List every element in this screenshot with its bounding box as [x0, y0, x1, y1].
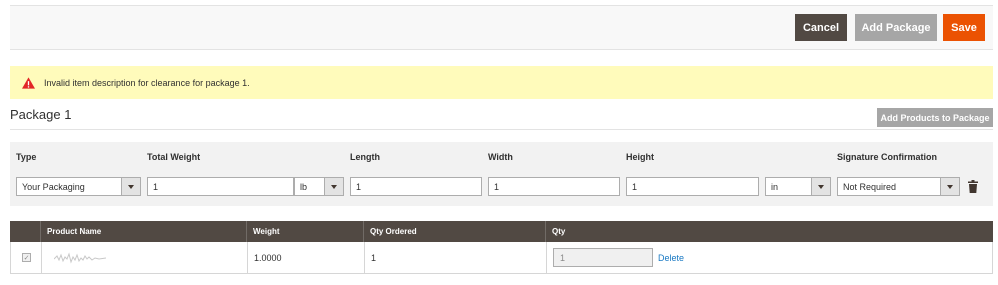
row-checkbox[interactable]: ✓ [22, 253, 31, 262]
divider [10, 129, 993, 130]
package-title: Package 1 [10, 107, 72, 122]
dimension-unit-value: in [771, 181, 779, 192]
chevron-down-icon [121, 178, 140, 195]
type-select-value: Your Packaging [22, 181, 85, 192]
error-message-text: Invalid item description for clearance f… [44, 77, 250, 88]
error-message: Invalid item description for clearance f… [10, 66, 993, 99]
chevron-down-icon [324, 178, 343, 195]
length-value: 1 [356, 181, 362, 192]
header-select [10, 221, 41, 242]
add-products-to-package-button[interactable]: Add Products to Package [877, 108, 993, 127]
package-items-grid: Product Name Weight Qty Ordered Qty ✓ 1.… [10, 221, 993, 274]
header-product-name: Product Name [41, 221, 247, 242]
header-weight: Weight [247, 221, 364, 242]
grid-header: Product Name Weight Qty Ordered Qty [10, 221, 993, 242]
width-label: Width [488, 152, 513, 162]
total-weight-input[interactable]: 1 [147, 177, 294, 196]
product-name-cell [42, 242, 248, 273]
cancel-button[interactable]: Cancel [795, 14, 847, 41]
warning-icon [22, 76, 35, 89]
trash-icon[interactable] [968, 180, 978, 193]
add-package-button[interactable]: Add Package [855, 14, 937, 41]
weight-unit-value: lb [300, 181, 308, 192]
height-value: 1 [632, 181, 638, 192]
type-select[interactable]: Your Packaging [16, 177, 141, 196]
qty-input[interactable]: 1 [553, 248, 653, 267]
qty-cell: 1 Delete [547, 242, 992, 273]
page-actions-toolbar: Cancel Add Package Save [10, 5, 993, 50]
length-label: Length [350, 152, 380, 162]
weight-cell: 1.0000 [248, 242, 365, 273]
height-input[interactable]: 1 [626, 177, 759, 196]
delete-link[interactable]: Delete [658, 253, 684, 263]
chevron-down-icon [940, 178, 959, 195]
header-qty: Qty [552, 227, 566, 236]
type-label: Type [16, 152, 37, 162]
width-value: 1 [494, 181, 500, 192]
row-select-cell: ✓ [11, 242, 42, 273]
height-label: Height [626, 152, 654, 162]
signature-confirmation-label: Signature Confirmation [837, 152, 938, 162]
header-qty-ordered: Qty Ordered [364, 221, 546, 242]
width-input[interactable]: 1 [488, 177, 620, 196]
signature-confirmation-select[interactable]: Not Required [837, 177, 960, 196]
chevron-down-icon [811, 178, 830, 195]
signature-confirmation-value: Not Required [843, 181, 897, 192]
table-row: ✓ 1.0000 1 1 Delete [10, 242, 993, 274]
weight-unit-select[interactable]: lb [294, 177, 344, 196]
total-weight-value: 1 [153, 181, 159, 192]
save-button[interactable]: Save [943, 14, 985, 41]
total-weight-label: Total Weight [147, 152, 201, 162]
qty-ordered-cell: 1 [365, 242, 547, 273]
length-input[interactable]: 1 [350, 177, 482, 196]
dimension-unit-select[interactable]: in [765, 177, 831, 196]
redacted-product-name [54, 251, 106, 264]
